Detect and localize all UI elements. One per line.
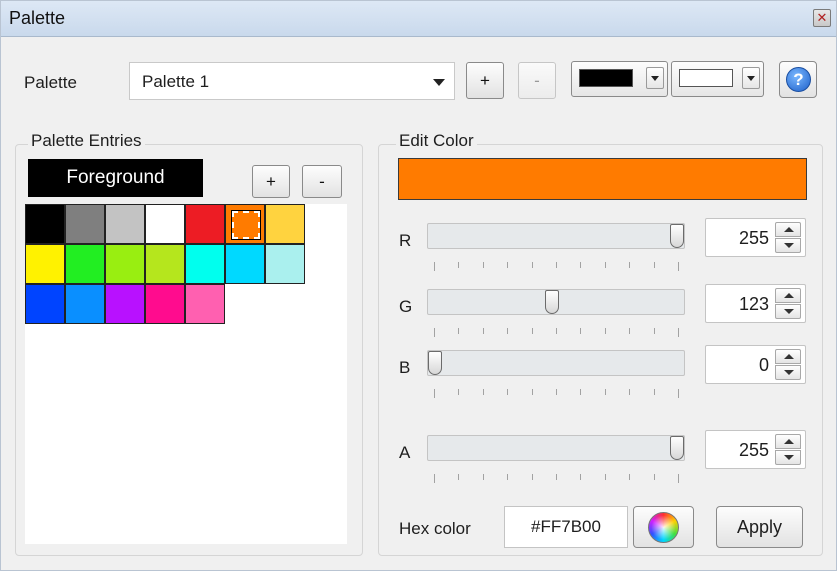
foreground-color-picker[interactable] bbox=[571, 61, 668, 97]
slider-ticks bbox=[434, 262, 679, 271]
add-palette-button[interactable]: + bbox=[466, 62, 504, 99]
palette-entry-swatch[interactable] bbox=[25, 244, 65, 284]
palette-entry-swatch[interactable] bbox=[65, 244, 105, 284]
slider-ticks bbox=[434, 474, 679, 483]
remove-palette-button-label: - bbox=[534, 71, 540, 90]
hex-color-input[interactable]: #FF7B00 bbox=[504, 506, 628, 548]
palette-entry-swatch[interactable] bbox=[25, 284, 65, 324]
palette-entry-swatch[interactable] bbox=[185, 244, 225, 284]
channel-slider[interactable] bbox=[427, 223, 685, 249]
background-color-swatch bbox=[679, 69, 733, 87]
channel-label: R bbox=[399, 231, 412, 250]
decrement-icon[interactable] bbox=[775, 450, 801, 465]
edit-color-heading: Edit Color bbox=[396, 131, 477, 151]
entry-target-label[interactable]: Foreground bbox=[28, 159, 203, 197]
channel-value: 123 bbox=[738, 294, 769, 314]
palette-entry-swatch[interactable] bbox=[225, 204, 265, 244]
color-wheel-button[interactable] bbox=[633, 506, 694, 548]
chevron-down-icon bbox=[433, 79, 445, 86]
palette-entry-swatch[interactable] bbox=[65, 284, 105, 324]
channel-slider[interactable] bbox=[427, 435, 685, 461]
add-palette-button-label: + bbox=[480, 71, 490, 90]
palette-entry-swatch[interactable] bbox=[185, 204, 225, 244]
background-color-picker[interactable] bbox=[671, 61, 764, 97]
channel-spinbox[interactable]: 123 bbox=[705, 284, 806, 323]
palette-label: Palette bbox=[24, 73, 77, 92]
remove-palette-button[interactable]: - bbox=[518, 62, 556, 99]
palette-entries-grid[interactable] bbox=[25, 204, 347, 544]
spinner-arrows bbox=[775, 434, 801, 465]
increment-icon[interactable] bbox=[775, 288, 801, 303]
palette-entry-swatch[interactable] bbox=[145, 204, 185, 244]
palette-entry-swatch[interactable] bbox=[265, 244, 305, 284]
increment-icon[interactable] bbox=[775, 349, 801, 364]
channel-slider[interactable] bbox=[427, 289, 685, 315]
palette-entry-swatch[interactable] bbox=[105, 244, 145, 284]
channel-spinbox[interactable]: 0 bbox=[705, 345, 806, 384]
palette-entry-swatch[interactable] bbox=[145, 284, 185, 324]
foreground-color-swatch bbox=[579, 69, 633, 87]
remove-entry-button-label: - bbox=[319, 172, 325, 191]
help-icon: ? bbox=[786, 67, 811, 92]
close-icon: ✕ bbox=[816, 10, 828, 25]
channel-label: G bbox=[399, 297, 413, 316]
channel-spinbox[interactable]: 255 bbox=[705, 430, 806, 469]
palette-entry-swatch[interactable] bbox=[225, 244, 265, 284]
decrement-icon[interactable] bbox=[775, 304, 801, 319]
slider-ticks bbox=[434, 328, 679, 337]
slider-thumb[interactable] bbox=[670, 224, 684, 248]
palette-window: Palette ✕ Palette Palette 1 + - ? Palett… bbox=[0, 0, 837, 571]
palette-select[interactable]: Palette 1 bbox=[129, 62, 455, 100]
palette-entry-swatch[interactable] bbox=[145, 244, 185, 284]
spinner-arrows bbox=[775, 288, 801, 319]
spinner-arrows bbox=[775, 349, 801, 380]
chevron-down-icon[interactable] bbox=[646, 67, 664, 89]
decrement-icon[interactable] bbox=[775, 365, 801, 380]
window-title: Palette bbox=[9, 8, 66, 28]
palette-entries-heading: Palette Entries bbox=[28, 131, 145, 151]
chevron-down-icon[interactable] bbox=[742, 67, 760, 89]
slider-thumb[interactable] bbox=[428, 351, 442, 375]
slider-thumb[interactable] bbox=[670, 436, 684, 460]
palette-select-value: Palette 1 bbox=[142, 72, 210, 91]
palette-entry-swatch[interactable] bbox=[65, 204, 105, 244]
increment-icon[interactable] bbox=[775, 222, 801, 237]
add-entry-button[interactable]: + bbox=[252, 165, 290, 198]
apply-button[interactable]: Apply bbox=[716, 506, 803, 548]
palette-entry-swatch[interactable] bbox=[105, 284, 145, 324]
channel-slider[interactable] bbox=[427, 350, 685, 376]
close-button[interactable]: ✕ bbox=[813, 9, 831, 27]
channel-value: 255 bbox=[738, 440, 769, 460]
channel-value: 0 bbox=[758, 355, 769, 375]
palette-entry-swatch[interactable] bbox=[265, 204, 305, 244]
channel-value: 255 bbox=[738, 228, 769, 248]
slider-thumb[interactable] bbox=[544, 290, 559, 314]
channel-label: A bbox=[399, 443, 411, 462]
palette-entry-swatch[interactable] bbox=[25, 204, 65, 244]
increment-icon[interactable] bbox=[775, 434, 801, 449]
remove-entry-button[interactable]: - bbox=[302, 165, 342, 198]
palette-entry-swatch[interactable] bbox=[185, 284, 225, 324]
slider-ticks bbox=[434, 389, 679, 398]
hex-color-label: Hex color bbox=[399, 519, 471, 538]
palette-entry-swatch[interactable] bbox=[105, 204, 145, 244]
color-preview-swatch bbox=[398, 158, 807, 200]
channel-spinbox[interactable]: 255 bbox=[705, 218, 806, 257]
add-entry-button-label: + bbox=[266, 172, 276, 191]
decrement-icon[interactable] bbox=[775, 238, 801, 253]
color-wheel-icon bbox=[648, 512, 679, 543]
help-button[interactable]: ? bbox=[779, 61, 817, 98]
spinner-arrows bbox=[775, 222, 801, 253]
channel-label: B bbox=[399, 358, 411, 377]
title-bar[interactable]: Palette ✕ bbox=[1, 1, 836, 37]
